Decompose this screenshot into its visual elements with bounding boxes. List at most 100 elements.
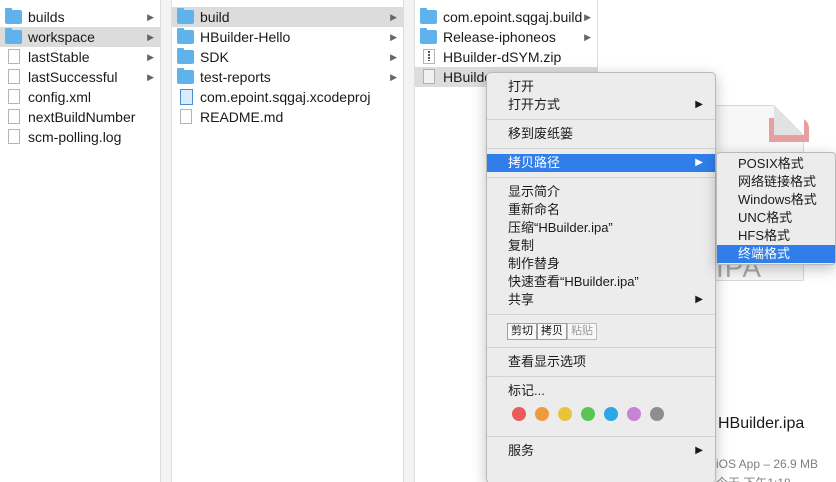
menu-separator xyxy=(487,314,715,315)
file-row[interactable]: workspace ▶ xyxy=(0,27,160,47)
menu-item-open[interactable]: 打开 xyxy=(487,78,715,96)
menu-item-compress[interactable]: 压缩“HBuilder.ipa” xyxy=(487,219,715,237)
disclosure-arrow-icon: ▶ xyxy=(584,12,591,22)
file-row[interactable]: README.md xyxy=(172,107,403,127)
finder-column-1: builds ▶ workspace ▶ lastStable ▶ lastSuccessf… xyxy=(0,0,161,482)
file-row-label: lastSuccessful xyxy=(28,69,118,85)
file-row[interactable]: config.xml xyxy=(0,87,160,107)
file-row[interactable]: builds ▶ xyxy=(0,7,160,27)
finder-column-2: build ▶ HBuilder-Hello ▶ SDK ▶ test-reports ▶ co… xyxy=(172,0,404,482)
tag-color-dot[interactable] xyxy=(558,407,572,421)
file-row-label: config.xml xyxy=(28,89,92,105)
menu-separator xyxy=(487,177,715,178)
menu-item-label: 打开方式 xyxy=(508,97,561,112)
file-row[interactable]: scm-polling.log xyxy=(0,127,160,147)
file-row[interactable]: test-reports ▶ xyxy=(172,67,403,87)
document-icon xyxy=(180,109,192,124)
tag-color-dot[interactable] xyxy=(604,407,618,421)
file-row-label: HBuilder-dSYM.zip xyxy=(443,49,562,65)
document-icon xyxy=(8,109,20,124)
column-divider[interactable] xyxy=(404,0,415,482)
file-row-label: builds xyxy=(28,9,65,25)
menu-item-rename[interactable]: 重新命名 xyxy=(487,201,715,219)
submenu-arrow-icon: ▶ xyxy=(695,99,703,110)
file-row[interactable]: nextBuildNumber xyxy=(0,107,160,127)
menu-item-quick-look[interactable]: 快速查看“HBuilder.ipa” xyxy=(487,273,715,291)
cut-button[interactable]: 剪切 xyxy=(507,322,537,340)
submenu-item-windows[interactable]: Windows格式 xyxy=(717,191,835,209)
menu-item-duplicate[interactable]: 复制 xyxy=(487,237,715,255)
menu-item-get-info[interactable]: 显示简介 xyxy=(487,183,715,201)
submenu-item-hfs[interactable]: HFS格式 xyxy=(717,227,835,245)
ipa-file-icon xyxy=(423,69,435,84)
menu-item-make-alias[interactable]: 制作替身 xyxy=(487,255,715,273)
file-row[interactable]: com.epoint.sqgaj.xcodeproj xyxy=(172,87,403,107)
menu-separator xyxy=(487,119,715,120)
paste-button[interactable]: 粘贴 xyxy=(567,322,597,340)
folder-icon xyxy=(177,68,194,84)
column-divider[interactable] xyxy=(161,0,172,482)
menu-item-move-to-trash[interactable]: 移到废纸篓 xyxy=(487,125,715,143)
document-icon xyxy=(8,49,20,64)
tag-color-row xyxy=(487,400,715,428)
submenu-arrow-icon: ▶ xyxy=(695,157,703,168)
tag-color-dot[interactable] xyxy=(627,407,641,421)
submenu-item-unc[interactable]: UNC格式 xyxy=(717,209,835,227)
file-row[interactable]: com.epoint.sqgaj.build ▶ xyxy=(415,7,597,27)
disclosure-arrow-icon: ▶ xyxy=(147,72,154,82)
submenu-item-network-link[interactable]: 网络链接格式 xyxy=(717,173,835,191)
disclosure-arrow-icon: ▶ xyxy=(147,12,154,22)
folder-icon xyxy=(177,28,194,44)
menu-item-view-options[interactable]: 查看显示选项 xyxy=(487,353,715,371)
file-row-label: test-reports xyxy=(200,69,271,85)
submenu-item-posix[interactable]: POSIX格式 xyxy=(717,155,835,173)
menu-item-share[interactable]: 共享 ▶ xyxy=(487,291,715,309)
folder-icon xyxy=(177,8,194,24)
preview-file-name: HBuilder.ipa xyxy=(718,415,805,432)
tag-color-dot[interactable] xyxy=(512,407,526,421)
file-row[interactable]: Release-iphoneos ▶ xyxy=(415,27,597,47)
file-row-label: lastStable xyxy=(28,49,90,65)
menu-item-label: 共享 xyxy=(508,292,535,307)
page-fold xyxy=(774,105,804,135)
disclosure-arrow-icon: ▶ xyxy=(390,32,397,42)
disclosure-arrow-icon: ▶ xyxy=(147,32,154,42)
file-row-label: com.epoint.sqgaj.xcodeproj xyxy=(200,89,371,105)
file-row[interactable]: SDK ▶ xyxy=(172,47,403,67)
disclosure-arrow-icon: ▶ xyxy=(390,52,397,62)
file-row[interactable]: HBuilder-Hello ▶ xyxy=(172,27,403,47)
menu-item-tags[interactable]: 标记... xyxy=(487,382,715,400)
preview-file-kind-size: iOS App – 26.9 MB xyxy=(716,457,819,471)
folder-icon xyxy=(5,28,22,44)
tag-color-dot[interactable] xyxy=(535,407,549,421)
file-row[interactable]: lastSuccessful ▶ xyxy=(0,67,160,87)
submenu-arrow-icon: ▶ xyxy=(695,294,703,305)
file-row-label: com.epoint.sqgaj.build xyxy=(443,9,583,25)
submenu-item-terminal[interactable]: 终端格式 xyxy=(717,245,835,263)
folder-icon xyxy=(420,8,437,24)
xcode-project-icon xyxy=(180,89,193,105)
menu-separator xyxy=(487,148,715,149)
file-row-label: scm-polling.log xyxy=(28,129,122,145)
context-menu: 打开 打开方式 ▶ 移到废纸篓 拷贝路径 ▶ 显示简介 重新命名 压缩“HBuild… xyxy=(486,72,716,482)
edit-button-group: 剪切 拷贝 粘贴 xyxy=(487,320,715,342)
copy-button[interactable]: 拷贝 xyxy=(537,322,567,340)
file-row[interactable]: build ▶ xyxy=(172,7,403,27)
menu-item-copy-path[interactable]: 拷贝路径 ▶ xyxy=(487,154,715,172)
tag-color-dot[interactable] xyxy=(581,407,595,421)
file-row-label: README.md xyxy=(200,109,284,125)
file-row-label: SDK xyxy=(200,49,229,65)
file-row[interactable]: HBuilder-dSYM.zip xyxy=(415,47,597,67)
submenu-arrow-icon: ▶ xyxy=(695,445,703,456)
file-row-label: build xyxy=(200,9,230,25)
document-icon xyxy=(8,89,20,104)
folder-icon xyxy=(420,28,437,44)
folder-icon xyxy=(177,48,194,64)
file-row[interactable]: lastStable ▶ xyxy=(0,47,160,67)
copy-path-submenu: POSIX格式 网络链接格式 Windows格式 UNC格式 HFS格式 终端格… xyxy=(716,152,836,265)
document-icon xyxy=(8,69,20,84)
menu-item-services[interactable]: 服务 ▶ xyxy=(487,442,715,460)
tag-color-dot[interactable] xyxy=(650,407,664,421)
menu-item-open-with[interactable]: 打开方式 ▶ xyxy=(487,96,715,114)
folder-icon xyxy=(5,8,22,24)
